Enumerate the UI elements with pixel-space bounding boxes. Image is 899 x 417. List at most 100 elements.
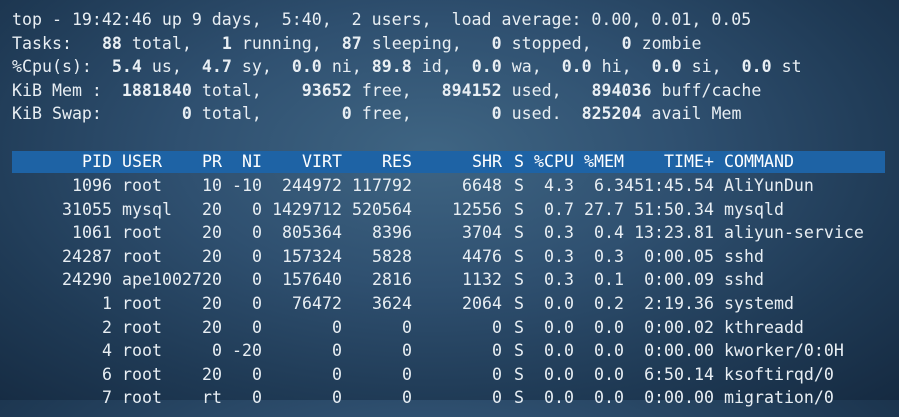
tasks-zombie-value: 0 [621,33,632,53]
cell-mem: 6.3 [594,176,624,195]
col-virt: VIRT [302,152,342,171]
cell-pr: 20 [202,199,222,219]
cpu-sy-value: 4.7 [201,57,232,77]
cell-mem: 0.0 [594,364,624,384]
col-s: S [514,152,524,171]
cell-ni: 0 [252,270,262,290]
cpu-hi-value: 0.0 [561,57,592,77]
swap-total-label: total, [201,104,262,124]
cell-res: 2816 [372,270,412,290]
cell-ni: 0 [252,364,262,384]
cell-mem: 0.3 [594,246,624,266]
cell-pid: 7 [102,388,112,408]
tasks-stopped-label: stopped, [511,33,592,53]
cell-ni: 0 [252,223,262,243]
cell-res: 3624 [372,293,412,313]
cell-shr: 3704 [462,223,502,243]
tasks-total-label: total, [131,33,192,53]
cell-mem: 0.0 [594,388,624,408]
cell-mem: 0.0 [594,317,624,337]
cell-mem: 0.2 [594,293,624,313]
cell-command: kthreadd [724,317,804,337]
cell-s: S [514,246,524,266]
cell-user: root [122,364,162,384]
cpu-st-value: 0.0 [741,57,772,77]
cell-user: root [122,293,162,313]
cell-user: root [122,176,162,195]
cell-mem: 0.4 [594,223,624,243]
col-user: USER [122,152,162,171]
mem-buff-label: buff/cache [661,80,762,100]
cpu-ni-label: ni, [331,57,362,77]
cell-time: 451:45.54 [624,176,714,195]
cell-pid: 1061 [72,223,112,243]
tasks-sleeping-label: sleeping, [371,33,462,53]
mem-label: KiB Mem : [12,80,102,100]
cell-s: S [514,364,524,384]
col-time: TIME+ [664,152,714,171]
cell-s: S [514,293,524,313]
cpu-si-value: 0.0 [651,57,682,77]
cell-pid: 2 [102,317,112,337]
swap-label: KiB Swap: [12,104,102,124]
col-command: COMMAND [724,152,794,171]
swap-line: KiB Swap: 0 total, 0 free, 0 used. 82520… [12,102,802,126]
mem-used-value: 894152 [441,80,502,100]
col-res: RES [382,152,412,171]
cell-res: 520564 [352,199,412,219]
mem-buff-value: 894036 [591,80,652,100]
cell-pid: 24290 [62,270,112,290]
table-row: 24287 root 20 0 157324 5828 4476 S 0.3 0.3 0:00.0… [12,245,899,269]
cpu-id-value: 89.8 [371,57,412,77]
table-row: 2 root 20 0 0 0 0 S 0.0 0.0 0:00.02 kthreadd [12,316,899,340]
tasks-line: Tasks: 88 total, 1 running, 87 sleeping,… [12,32,802,56]
cell-pr: 20 [202,246,222,266]
tasks-running-value: 1 [221,33,232,53]
cell-user: root [122,341,162,361]
cell-pr: 20 [202,270,222,290]
table-row: 24290 ape1002720 0 157640 2816 1132 S 0.3 0.1 0:… [12,268,899,292]
tasks-label: Tasks: [12,33,72,53]
cell-cpu: 0.0 [544,293,574,313]
cell-time: 0:00.00 [644,341,714,361]
cell-res: 0 [402,341,412,361]
cell-time: 2:19.36 [644,293,714,313]
cell-time: 0:00.09 [644,270,714,290]
swap-free-value: 0 [341,104,352,124]
cell-time: 6:50.14 [644,364,714,384]
cell-mem: 0.1 [594,270,624,290]
cell-virt: 76472 [292,293,342,313]
cell-cpu: 0.3 [544,270,574,290]
cell-pr: 20 [202,317,222,337]
cell-command: AliYunDun [724,176,814,195]
cell-shr: 2064 [462,293,502,313]
cell-ni: 0 [252,199,262,219]
cell-command: kworker/0:0H [724,341,844,361]
swap-total-value: 0 [181,104,192,124]
cell-command: aliyun-service [724,223,864,243]
cell-s: S [514,317,524,337]
cell-s: S [514,341,524,361]
cell-res: 8396 [372,223,412,243]
cell-command: systemd [724,293,794,313]
tasks-sleeping-value: 87 [341,33,362,53]
cell-shr: 0 [492,364,502,384]
tasks-zombie-label: zombie [641,33,702,53]
cell-pr: 20 [202,364,222,384]
cpu-ni-value: 0.0 [291,57,322,77]
cell-virt: 157324 [282,246,342,266]
table-row: 1061 root 20 0 805364 8396 3704 S 0.3 0.4 13:23.8… [12,221,899,245]
cpu-st-label: st [781,57,802,77]
mem-total-value: 1881840 [121,80,192,100]
table-row: 4 root 0 -20 0 0 0 S 0.0 0.0 0:00.00 kworker/0:0H [12,339,899,363]
swap-avail-value: 825204 [581,104,642,124]
mem-free-label: free, [361,80,412,100]
cell-mem: 27.7 [584,199,624,219]
cell-user: root [122,246,162,266]
cell-ni: 0 [252,246,262,266]
cell-res: 0 [402,317,412,337]
cell-shr: 0 [492,341,502,361]
cell-virt: 0 [332,364,342,384]
cell-command: sshd [724,246,764,266]
cell-user: root [122,388,162,408]
